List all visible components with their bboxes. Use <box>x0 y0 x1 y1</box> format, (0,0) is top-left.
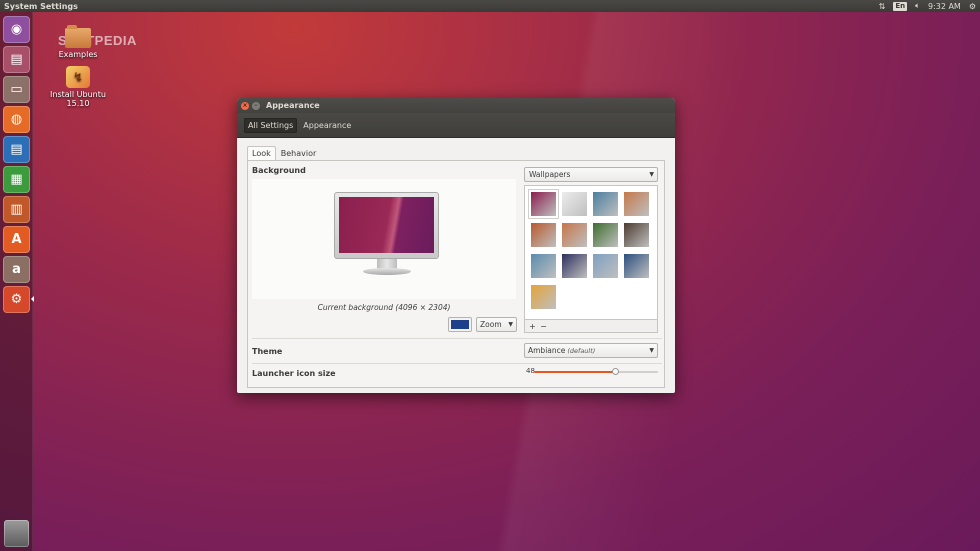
launcher-icon-size-slider[interactable] <box>534 368 658 375</box>
trash-icon[interactable] <box>4 520 29 547</box>
wallpaper-thumbnail[interactable] <box>624 254 649 278</box>
launcher-calc-icon[interactable]: ▦ <box>3 166 30 193</box>
close-icon[interactable]: × <box>241 101 249 110</box>
top-panel: System Settings ⇅ En 🔈︎ 9:32 AM ⚙ <box>0 0 980 12</box>
wallpaper-thumbnail[interactable] <box>562 254 587 278</box>
active-app-title: System Settings <box>4 1 78 11</box>
desktop-icon-install-ubuntu[interactable]: ↯ Install Ubuntu 15.10 <box>40 66 116 108</box>
background-mode-value: Zoom <box>480 320 502 329</box>
add-icon[interactable]: + <box>528 322 537 331</box>
launcher-file-manager-icon[interactable]: ▭ <box>3 76 30 103</box>
theme-value: Ambiance <box>528 346 566 355</box>
installer-icon: ↯ <box>66 66 90 88</box>
launcher-firefox-icon[interactable]: ◍ <box>3 106 30 133</box>
launcher-amazon-icon[interactable]: a <box>3 256 30 283</box>
monitor-base <box>363 268 411 275</box>
wallpaper-thumbnail[interactable] <box>531 223 556 247</box>
desktop-icon-label: Install Ubuntu 15.10 <box>50 90 106 108</box>
wallpaper-thumbnail[interactable] <box>531 254 556 278</box>
launcher-dash-home-icon[interactable]: ◉ <box>3 16 30 43</box>
tab-look[interactable]: Look <box>247 146 276 160</box>
network-icon[interactable]: ⇅ <box>879 2 886 11</box>
slider-handle[interactable] <box>611 368 619 375</box>
tab-behavior[interactable]: Behavior <box>276 146 322 160</box>
volume-icon[interactable]: 🔈︎ <box>915 1 920 11</box>
theme-select[interactable]: Ambiance (default) ▼ <box>524 343 658 358</box>
clock[interactable]: 9:32 AM <box>928 2 961 11</box>
monitor-icon <box>334 192 439 259</box>
look-panel: Background Current background (4096 × 23… <box>247 160 665 388</box>
keyboard-layout-indicator[interactable]: En <box>893 1 908 11</box>
all-settings-button[interactable]: All Settings <box>244 117 298 133</box>
title-bar: × – Appearance <box>237 98 675 113</box>
wallpaper-thumbnail[interactable] <box>593 254 618 278</box>
wallpaper-source-value: Wallpapers <box>529 170 571 179</box>
slider-fill <box>534 371 615 373</box>
background-mode-select[interactable]: Zoom ▼ <box>476 317 517 332</box>
folder-icon <box>65 25 91 48</box>
theme-label: Theme <box>252 347 283 356</box>
launcher-impress-icon[interactable]: ▥ <box>3 196 30 223</box>
launcher-system-settings-icon[interactable]: ⚙ <box>3 286 30 313</box>
active-app-arrow <box>31 296 34 302</box>
wallpaper-thumbnail[interactable] <box>624 192 649 216</box>
background-label: Background <box>252 166 306 175</box>
remove-icon[interactable]: − <box>539 322 548 331</box>
wallpaper-thumbnail[interactable] <box>531 192 556 216</box>
chevron-down-icon: ▼ <box>649 171 654 178</box>
theme-suffix: (default) <box>567 346 596 355</box>
launcher-icon-size-label: Launcher icon size <box>252 369 336 378</box>
chevron-down-icon: ▼ <box>649 347 654 354</box>
indicators: ⇅ En 🔈︎ 9:32 AM ⚙ <box>879 1 976 11</box>
background-color-button[interactable] <box>448 317 472 332</box>
wallpaper-toolbar: + − <box>524 319 658 333</box>
launcher-files-icon[interactable]: ▤ <box>3 46 30 73</box>
content: Look Behavior Background Current backgro… <box>247 146 665 388</box>
wallpaper-thumbnail[interactable] <box>531 285 556 309</box>
wallpaper-thumbnail[interactable] <box>562 223 587 247</box>
chevron-down-icon: ▼ <box>508 321 513 328</box>
background-preview-image <box>339 197 434 253</box>
appearance-window: × – Appearance All Settings Appearance L… <box>237 98 675 393</box>
toolbar: All Settings Appearance <box>237 113 675 138</box>
launcher-writer-icon[interactable]: ▤ <box>3 136 30 163</box>
wallpaper-grid <box>524 185 658 319</box>
wallpaper-thumbnail[interactable] <box>624 223 649 247</box>
launcher: ◉ ▤ ▭ ◍ ▤ ▦ ▥ Aa ⚙ <box>0 12 33 551</box>
wallpaper-thumbnail[interactable] <box>593 223 618 247</box>
gear-icon[interactable]: ⚙ <box>969 2 976 11</box>
launcher-software-center-icon[interactable]: A <box>3 226 30 253</box>
divider <box>252 363 662 364</box>
desktop-icon-label: Examples <box>58 50 98 59</box>
color-swatch <box>451 320 469 329</box>
minimize-icon[interactable]: – <box>252 101 260 110</box>
window-title: Appearance <box>266 101 320 110</box>
wallpaper-thumbnail[interactable] <box>593 192 618 216</box>
desktop-icon-examples[interactable]: Examples <box>55 25 101 59</box>
tab-bar: Look Behavior <box>247 146 665 160</box>
divider <box>252 338 662 339</box>
background-preview <box>252 179 516 299</box>
appearance-breadcrumb[interactable]: Appearance <box>299 118 355 133</box>
background-caption: Current background (4096 × 2304) <box>317 303 451 312</box>
wallpaper-thumbnail[interactable] <box>562 192 587 216</box>
wallpaper-source-select[interactable]: Wallpapers ▼ <box>524 167 658 182</box>
